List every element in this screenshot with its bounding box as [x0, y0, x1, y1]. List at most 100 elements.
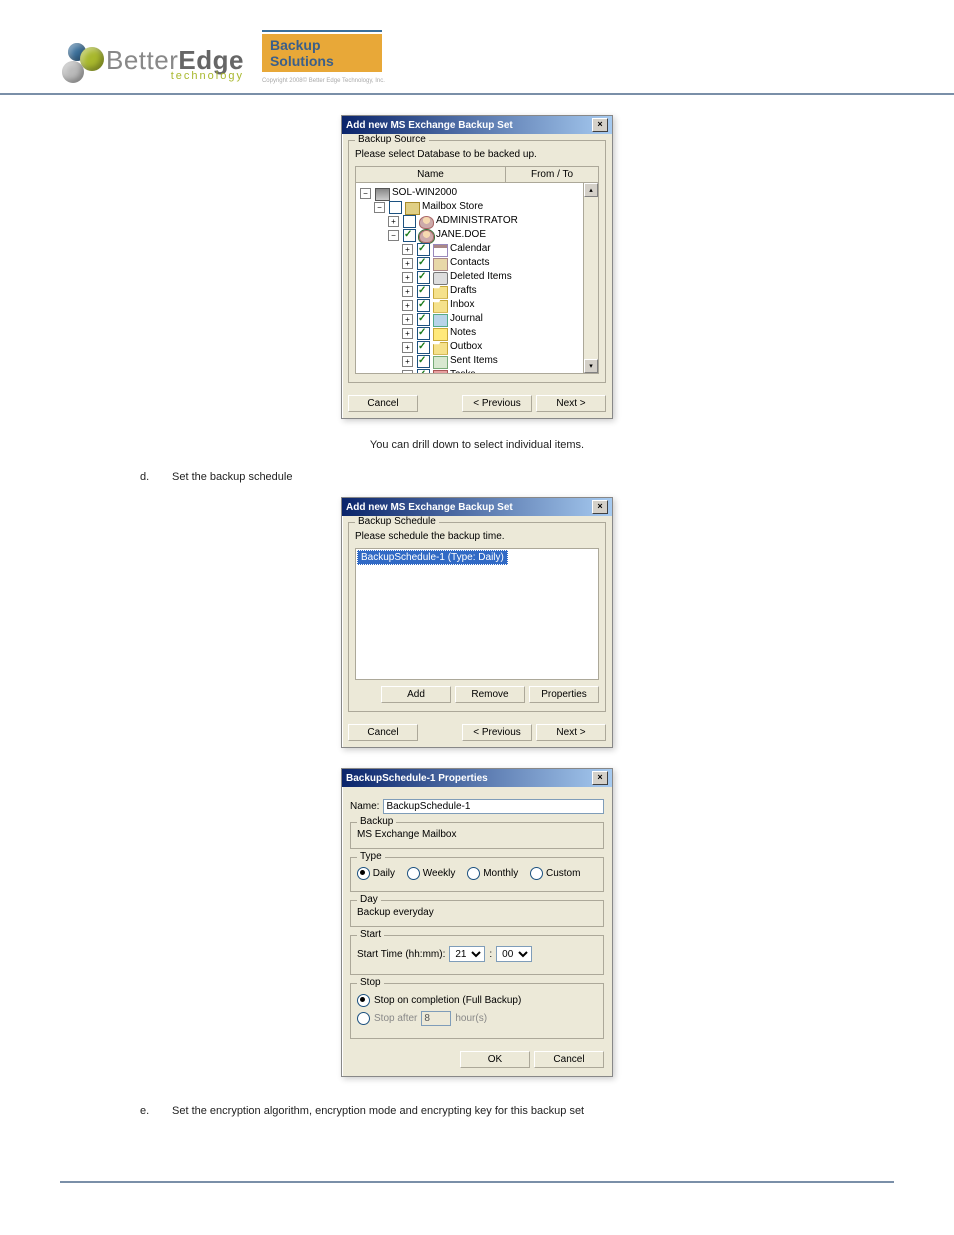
folder-tree[interactable]: −SOL-WIN2000 −Mailbox Store +ADMINISTRAT… — [356, 183, 598, 374]
tree-item[interactable]: Notes — [450, 326, 476, 340]
close-icon[interactable]: × — [592, 771, 608, 785]
tree-item[interactable]: Outbox — [450, 340, 482, 354]
radio-weekly[interactable] — [407, 867, 420, 880]
next-button[interactable]: Next > — [536, 395, 606, 412]
previous-button[interactable]: < Previous — [462, 395, 532, 412]
tree-admin[interactable]: ADMINISTRATOR — [436, 214, 518, 228]
step-text: Set the encryption algorithm, encryption… — [172, 1105, 584, 1117]
expander-icon[interactable]: + — [402, 370, 413, 375]
journal-icon — [433, 314, 448, 327]
day-value: Backup everyday — [357, 907, 597, 918]
checkbox[interactable] — [417, 271, 430, 284]
user-icon — [419, 216, 434, 229]
expander-icon[interactable]: − — [360, 188, 371, 199]
instruction-text: Please select Database to be backed up. — [355, 149, 599, 160]
product-name: Backup Solutions — [262, 34, 382, 72]
expander-icon[interactable]: + — [402, 300, 413, 311]
expander-icon[interactable]: + — [402, 244, 413, 255]
checkbox[interactable] — [417, 243, 430, 256]
expander-icon[interactable]: + — [402, 286, 413, 297]
footer-divider — [60, 1181, 894, 1183]
schedule-listbox[interactable]: BackupSchedule-1 (Type: Daily) — [355, 548, 599, 680]
scroll-up-icon[interactable]: ▴ — [584, 183, 598, 197]
tree-item[interactable]: Deleted Items — [450, 270, 512, 284]
checkbox[interactable] — [417, 327, 430, 340]
start-group: Start Start Time (hh:mm): 21 : 00 — [350, 935, 604, 975]
expander-icon[interactable]: + — [402, 258, 413, 269]
titlebar: Add new MS Exchange Backup Set × — [342, 498, 612, 516]
radio-stop-completion[interactable] — [357, 994, 370, 1007]
expander-icon[interactable]: − — [388, 230, 399, 241]
next-button[interactable]: Next > — [536, 724, 606, 741]
close-icon[interactable]: × — [592, 500, 608, 514]
tree-item[interactable]: Tasks — [450, 368, 476, 374]
cancel-button[interactable]: Cancel — [534, 1051, 604, 1068]
cancel-button[interactable]: Cancel — [348, 395, 418, 412]
tasks-icon — [433, 370, 448, 375]
radio-daily[interactable] — [357, 867, 370, 880]
contacts-icon — [433, 258, 448, 271]
expander-icon[interactable]: − — [374, 202, 385, 213]
checkbox[interactable] — [417, 313, 430, 326]
schedule-list-item[interactable]: BackupSchedule-1 (Type: Daily) — [357, 550, 508, 565]
folder-icon — [433, 286, 448, 299]
checkbox[interactable] — [417, 299, 430, 312]
radio-label: Weekly — [423, 868, 456, 879]
checkbox[interactable] — [417, 257, 430, 270]
tree-item[interactable]: Journal — [450, 312, 483, 326]
tree-item[interactable]: Drafts — [450, 284, 477, 298]
server-icon — [375, 188, 390, 201]
remove-button[interactable]: Remove — [455, 686, 525, 703]
name-input[interactable] — [383, 799, 604, 814]
checkbox[interactable] — [417, 355, 430, 368]
expander-icon[interactable]: + — [402, 356, 413, 367]
product-badge: Backup Solutions Copyright 2008© Better … — [262, 30, 385, 85]
expander-icon[interactable]: + — [402, 328, 413, 339]
column-from-to[interactable]: From / To — [506, 167, 598, 182]
tree-item[interactable]: Inbox — [450, 298, 474, 312]
checkbox[interactable] — [403, 229, 416, 242]
scrollbar[interactable]: ▴ ▾ — [583, 183, 598, 373]
column-name[interactable]: Name — [356, 167, 506, 182]
logo-word1: Better — [106, 45, 178, 75]
cancel-button[interactable]: Cancel — [348, 724, 418, 741]
close-icon[interactable]: × — [592, 118, 608, 132]
tree-root[interactable]: SOL-WIN2000 — [392, 186, 457, 200]
type-group: Type Daily Weekly Monthly Custom — [350, 857, 604, 892]
checkbox[interactable] — [417, 341, 430, 354]
radio-monthly[interactable] — [467, 867, 480, 880]
expander-icon[interactable]: + — [402, 272, 413, 283]
radio-label: Daily — [373, 868, 395, 879]
tree-item[interactable]: Contacts — [450, 256, 489, 270]
tree-item[interactable]: Sent Items — [450, 354, 498, 368]
product-copyright: Copyright 2008© Better Edge Technology, … — [262, 78, 385, 85]
tree-jane[interactable]: JANE.DOE — [436, 228, 486, 242]
checkbox[interactable] — [403, 215, 416, 228]
hour-select[interactable]: 21 — [449, 946, 485, 962]
checkbox[interactable] — [389, 201, 402, 214]
stop-after-unit: hour(s) — [455, 1013, 487, 1024]
folder-icon — [433, 342, 448, 355]
radio-stop-after[interactable] — [357, 1012, 370, 1025]
dialog-schedule-properties: BackupSchedule-1 Properties × Name: Back… — [341, 768, 613, 1077]
instruction-text: Please schedule the backup time. — [355, 531, 599, 542]
add-button[interactable]: Add — [381, 686, 451, 703]
database-icon — [405, 202, 420, 215]
tree-mailbox[interactable]: Mailbox Store — [422, 200, 483, 214]
dialog-backup-source: Add new MS Exchange Backup Set × Backup … — [341, 115, 613, 419]
radio-custom[interactable] — [530, 867, 543, 880]
calendar-icon — [433, 244, 448, 257]
expander-icon[interactable]: + — [388, 216, 399, 227]
expander-icon[interactable]: + — [402, 314, 413, 325]
minute-select[interactable]: 00 — [496, 946, 532, 962]
previous-button[interactable]: < Previous — [462, 724, 532, 741]
radio-label: Custom — [546, 868, 580, 879]
expander-icon[interactable]: + — [402, 342, 413, 353]
checkbox[interactable] — [417, 369, 430, 375]
ok-button[interactable]: OK — [460, 1051, 530, 1068]
tree-item[interactable]: Calendar — [450, 242, 491, 256]
scroll-down-icon[interactable]: ▾ — [584, 359, 598, 373]
titlebar: Add new MS Exchange Backup Set × — [342, 116, 612, 134]
properties-button[interactable]: Properties — [529, 686, 599, 703]
checkbox[interactable] — [417, 285, 430, 298]
